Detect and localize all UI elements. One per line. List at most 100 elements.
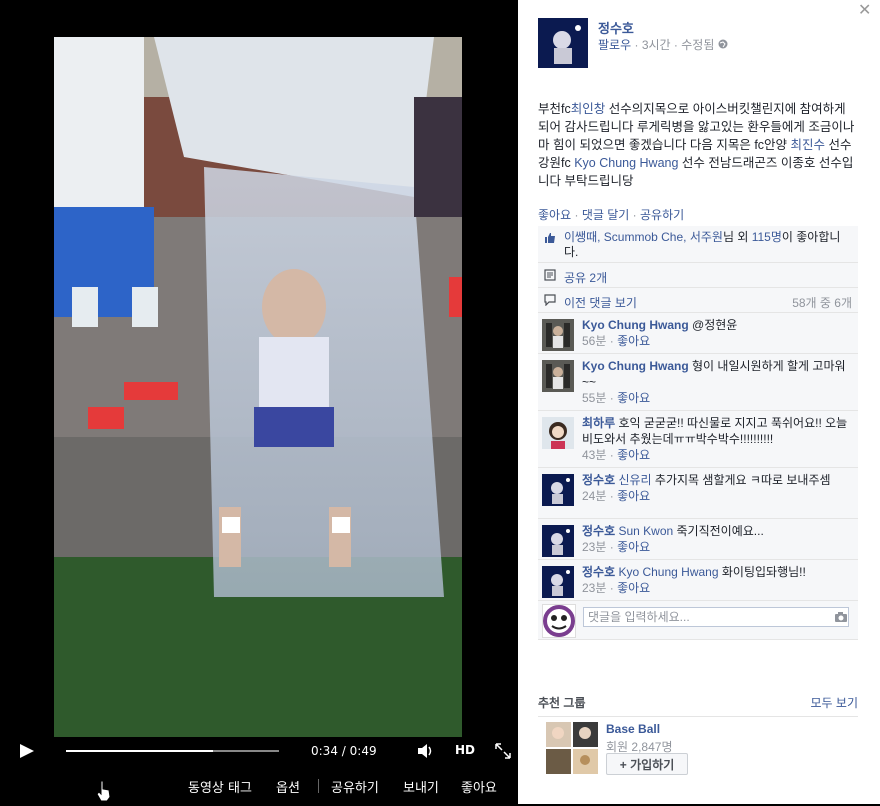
post-panel: ✕ 정수호 팔로우 · 3시간 · 수정됨 부천fc최인창 선수의지목으로 아이… bbox=[518, 0, 880, 804]
volume-icon[interactable] bbox=[416, 742, 436, 760]
comment-time[interactable]: 24분 bbox=[582, 489, 606, 503]
viewer-avatar bbox=[542, 604, 576, 638]
play-icon[interactable] bbox=[16, 742, 36, 760]
comment-time[interactable]: 23분 bbox=[582, 540, 606, 554]
meta-dot: · bbox=[606, 581, 618, 595]
comment-meta: 23분 · 좋아요 bbox=[582, 580, 850, 596]
options-link[interactable]: 옵션 bbox=[276, 777, 300, 796]
feedback-box: 이쌩때, Scummob Che, 서주원님 외 115명이 좋아합니다. 공유… bbox=[538, 226, 858, 640]
globe-icon bbox=[718, 38, 728, 52]
like-link[interactable]: 좋아요 bbox=[461, 777, 497, 796]
video-player[interactable] bbox=[54, 37, 462, 737]
comment-like-link[interactable]: 좋아요 bbox=[617, 334, 650, 348]
author-avatar[interactable] bbox=[538, 18, 588, 68]
group-name[interactable]: Base Ball bbox=[606, 722, 660, 736]
comment-list: Kyo Chung Hwang @정현윤 56분 · 좋아요 Kyo Chung H… bbox=[538, 313, 858, 601]
meta-dot: · bbox=[606, 540, 618, 554]
close-icon[interactable]: ✕ bbox=[858, 0, 871, 20]
comment-like-link[interactable]: 좋아요 bbox=[617, 489, 650, 503]
comment-item: 정수호 Sun Kwon 죽기직전이예요... 23분 · 좋아요 bbox=[538, 519, 858, 560]
author-name[interactable]: 정수호 bbox=[598, 18, 634, 37]
comment-time[interactable]: 56분 bbox=[582, 334, 606, 348]
fullscreen-icon[interactable] bbox=[495, 743, 511, 759]
likes-text: 이쌩때, Scummob Che, 서주원님 외 115명이 좋아합니다. bbox=[564, 230, 854, 260]
comment-text: @정현윤 bbox=[688, 318, 738, 332]
time-total: 0:49 bbox=[349, 744, 377, 758]
hd-toggle[interactable]: HD bbox=[455, 743, 475, 757]
post-time[interactable]: 3시간 bbox=[642, 38, 671, 52]
meta-dot: · bbox=[632, 208, 640, 222]
see-all-link[interactable]: 모두 보기 bbox=[811, 694, 859, 711]
comment-body: Kyo Chung Hwang @정현윤 56분 · 좋아요 bbox=[582, 317, 850, 349]
meta-dot: · bbox=[574, 208, 582, 222]
commenter-avatar[interactable] bbox=[542, 566, 574, 598]
comment-author[interactable]: 정수호 bbox=[582, 473, 615, 487]
comment-mention[interactable]: Sun Kwon bbox=[615, 524, 673, 538]
commenter-avatar[interactable] bbox=[542, 474, 574, 506]
join-group-button[interactable]: + 가입하기 bbox=[606, 753, 688, 775]
post-like-link[interactable]: 좋아요 bbox=[538, 208, 571, 222]
comment-like-link[interactable]: 좋아요 bbox=[617, 581, 650, 595]
post-share-link[interactable]: 공유하기 bbox=[640, 208, 684, 222]
commenter-avatar[interactable] bbox=[542, 319, 574, 351]
comment-text: 화이팅입돠행님!! bbox=[718, 565, 806, 579]
video-frame-image bbox=[54, 37, 462, 737]
comment-author[interactable]: 정수호 bbox=[582, 524, 615, 538]
share-link[interactable]: 공유하기 bbox=[331, 777, 379, 796]
previous-comments-row: 이전 댓글 보기 58개 중 6개 bbox=[538, 288, 858, 313]
time-display: 0:34 / 0:49 bbox=[311, 744, 377, 758]
comment-input[interactable]: 댓글을 입력하세요... bbox=[583, 607, 849, 627]
meta-dot: · bbox=[606, 448, 618, 462]
follow-link[interactable]: 팔로우 bbox=[598, 38, 631, 52]
comment-text: 추가지목 샘할게요 ㅋ따로 보내주셈 bbox=[651, 473, 831, 487]
tag-video-link[interactable]: 동영상 태그 bbox=[188, 777, 252, 796]
comment-author[interactable]: Kyo Chung Hwang bbox=[582, 318, 689, 332]
comment-time[interactable]: 23분 bbox=[582, 581, 606, 595]
seek-bar[interactable] bbox=[66, 750, 279, 752]
comment-mention[interactable]: 신유리 bbox=[615, 473, 651, 487]
meta-dot: · bbox=[606, 489, 618, 503]
commenter-avatar[interactable] bbox=[542, 360, 574, 392]
comment-meta: 24분 · 좋아요 bbox=[582, 488, 850, 504]
recommended-groups-header: 추천 그룹 모두 보기 bbox=[538, 694, 858, 711]
post-mention-link[interactable]: 최진수 bbox=[791, 138, 826, 152]
comment-author[interactable]: 정수호 bbox=[582, 565, 615, 579]
comment-meta: 55분 · 좋아요 bbox=[582, 390, 850, 406]
share-icon bbox=[544, 269, 556, 281]
comment-item: Kyo Chung Hwang 형이 내일시원하게 할게 고마워~~ 55분 · … bbox=[538, 354, 858, 411]
likes-count-link[interactable]: 115명 bbox=[752, 230, 782, 244]
view-previous-comments-link[interactable]: 이전 댓글 보기 bbox=[564, 294, 637, 311]
send-link[interactable]: 보내기 bbox=[403, 777, 439, 796]
time-current: 0:34 bbox=[311, 744, 338, 758]
meta-dot: · bbox=[606, 391, 618, 405]
comment-like-link[interactable]: 좋아요 bbox=[617, 540, 650, 554]
comment-bubble-icon bbox=[544, 294, 556, 307]
post-mention-link[interactable]: 최인창 bbox=[571, 102, 606, 116]
comment-like-link[interactable]: 좋아요 bbox=[617, 448, 650, 462]
likes-summary: 이쌩때, Scummob Che, 서주원님 외 115명이 좋아합니다. bbox=[538, 226, 858, 263]
seek-bar-progress bbox=[66, 750, 213, 752]
comment-mention[interactable]: Kyo Chung Hwang bbox=[615, 565, 718, 579]
post-text-segment: 부천fc bbox=[538, 102, 571, 116]
shares-link[interactable]: 공유 2개 bbox=[564, 269, 607, 286]
post-actions: 좋아요 · 댓글 달기 · 공유하기 bbox=[538, 206, 684, 223]
thumbs-up-icon bbox=[544, 232, 556, 244]
likers-link[interactable]: 이쌩때, Scummob Che, 서주원 bbox=[564, 230, 723, 244]
post-mention-link[interactable]: Kyo Chung Hwang bbox=[574, 156, 678, 170]
camera-icon[interactable] bbox=[834, 611, 848, 623]
comment-item: 최하루 호익 굳굳굳!! 따신물로 지지고 푹쉬어요!! 오늘 비도와서 추웠는… bbox=[538, 411, 858, 468]
divider bbox=[538, 716, 858, 717]
commenter-avatar[interactable] bbox=[542, 417, 574, 449]
post-comment-link[interactable]: 댓글 달기 bbox=[582, 208, 630, 222]
comment-item: 정수호 신유리 추가지목 샘할게요 ㅋ따로 보내주셈 24분 · 좋아요 bbox=[538, 468, 858, 519]
comment-count: 58개 중 6개 bbox=[792, 296, 852, 310]
comment-time[interactable]: 55분 bbox=[582, 391, 606, 405]
comment-author[interactable]: Kyo Chung Hwang bbox=[582, 359, 689, 373]
comment-author[interactable]: 최하루 bbox=[582, 416, 615, 430]
comment-like-link[interactable]: 좋아요 bbox=[617, 391, 650, 405]
edited-label[interactable]: 수정됨 bbox=[681, 38, 714, 52]
comment-time[interactable]: 43분 bbox=[582, 448, 606, 462]
comment-text: 호익 굳굳굳!! 따신물로 지지고 푹쉬어요!! 오늘 비도와서 추웠는데ㅠㅠ박… bbox=[582, 416, 848, 446]
group-thumbnails[interactable] bbox=[546, 722, 598, 774]
commenter-avatar[interactable] bbox=[542, 525, 574, 557]
